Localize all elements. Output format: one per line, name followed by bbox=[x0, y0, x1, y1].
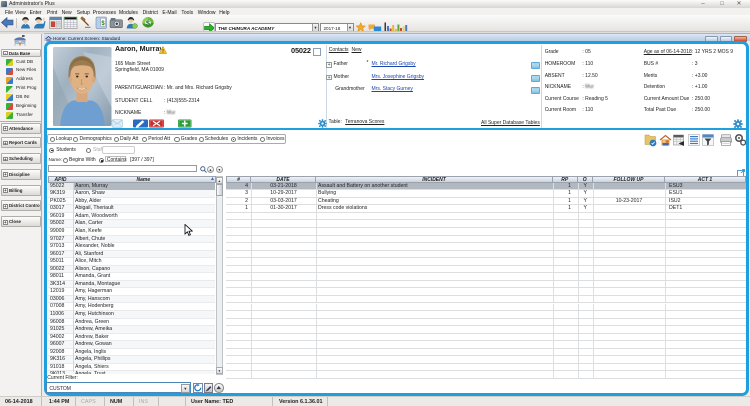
svg-text:!: ! bbox=[162, 49, 164, 54]
svg-text:$: $ bbox=[146, 21, 150, 28]
